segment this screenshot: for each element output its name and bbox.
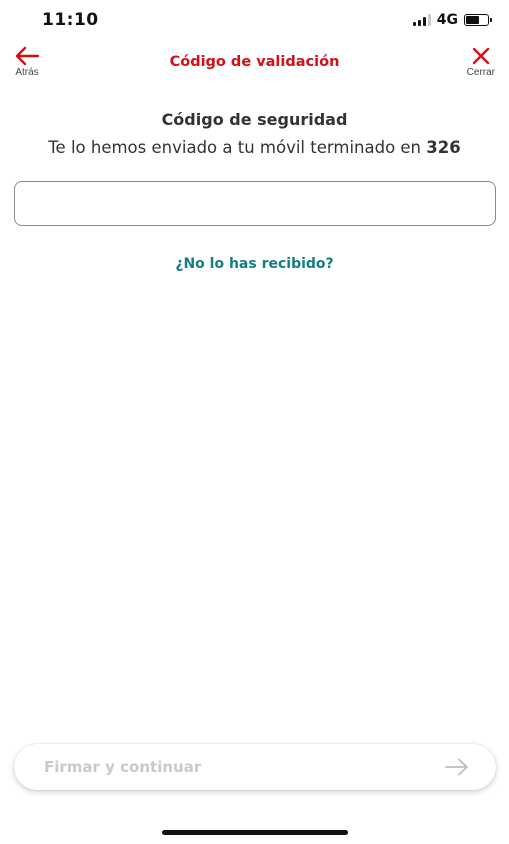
sent-to-phone-text: Te lo hemos enviado a tu móvil terminado… xyxy=(0,138,509,157)
signal-icon xyxy=(412,14,431,26)
network-type: 4G xyxy=(436,12,458,28)
close-label: Cerrar xyxy=(466,67,495,78)
phone-suffix: 326 xyxy=(426,138,461,157)
security-code-heading: Código de seguridad xyxy=(161,110,348,129)
sign-and-continue-button[interactable]: Firmar y continuar xyxy=(14,744,496,790)
status-bar: 11:10 4G xyxy=(0,0,509,44)
close-icon xyxy=(472,47,490,65)
status-time: 11:10 xyxy=(42,10,99,30)
page-title: Código de validación xyxy=(169,54,340,70)
close-button[interactable]: Cerrar xyxy=(467,46,495,78)
validation-screen: 11:10 4G Atrás Código de validación Cerr xyxy=(0,0,509,844)
status-indicators: 4G xyxy=(412,12,492,28)
resend-code-link[interactable]: ¿No lo has recibido? xyxy=(0,256,509,272)
security-code-input[interactable] xyxy=(14,181,496,226)
sent-text-label: Te lo hemos enviado a tu móvil terminado… xyxy=(48,138,422,157)
home-indicator xyxy=(162,830,348,835)
continue-label: Firmar y continuar xyxy=(44,758,202,776)
battery-icon xyxy=(464,14,492,26)
nav-bar: Atrás Código de validación Cerrar xyxy=(0,44,509,84)
arrow-right-icon xyxy=(445,758,468,776)
